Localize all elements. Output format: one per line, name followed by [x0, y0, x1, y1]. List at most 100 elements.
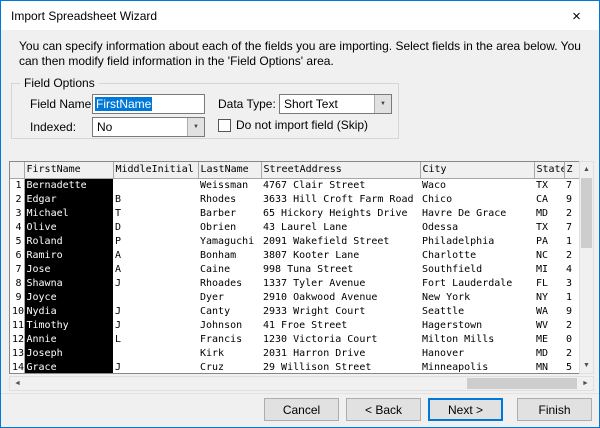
grid-cell[interactable]: Joyce	[24, 291, 113, 305]
grid-cell[interactable]: Waco	[420, 178, 534, 193]
grid-cell[interactable]: Hagerstown	[420, 319, 534, 333]
grid-cell[interactable]: Timothy	[24, 319, 113, 333]
grid-cell[interactable]: Philadelphia	[420, 235, 534, 249]
grid-cell[interactable]: A	[113, 263, 198, 277]
grid-cell[interactable]: 1337 Tyler Avenue	[261, 277, 420, 291]
grid-cell[interactable]: Havre De Grace	[420, 207, 534, 221]
field-name-input[interactable]: FirstName	[92, 94, 205, 114]
column-header-z[interactable]: Z	[564, 162, 579, 178]
close-icon[interactable]: ×	[554, 2, 599, 30]
grid-cell[interactable]: 7	[564, 221, 579, 235]
grid-cell[interactable]: 2031 Harron Drive	[261, 347, 420, 361]
grid-cell[interactable]: Roland	[24, 235, 113, 249]
grid-cell[interactable]: 1230 Victoria Court	[261, 333, 420, 347]
grid-cell[interactable]: Joseph	[24, 347, 113, 361]
grid-cell[interactable]: Edgar	[24, 193, 113, 207]
grid-cell[interactable]	[113, 347, 198, 361]
grid-cell[interactable]: T	[113, 207, 198, 221]
grid-cell[interactable]: ME	[534, 333, 564, 347]
grid-cell[interactable]: J	[113, 305, 198, 319]
grid-cell[interactable]: J	[113, 319, 198, 333]
grid-cell[interactable]: 0	[564, 333, 579, 347]
grid-cell[interactable]: 2910 Oakwood Avenue	[261, 291, 420, 305]
grid-cell[interactable]: 9	[564, 305, 579, 319]
grid-cell[interactable]: P	[113, 235, 198, 249]
grid-cell[interactable]: Annie	[24, 333, 113, 347]
grid-cell[interactable]: Obrien	[198, 221, 261, 235]
grid-cell[interactable]	[113, 178, 198, 193]
grid-cell[interactable]: 7	[564, 178, 579, 193]
grid-cell[interactable]: J	[113, 277, 198, 291]
grid-cell[interactable]: New York	[420, 291, 534, 305]
grid-cell[interactable]: Bonham	[198, 249, 261, 263]
grid-cell[interactable]: 2	[564, 207, 579, 221]
grid-cell[interactable]: 2	[564, 319, 579, 333]
grid-cell[interactable]: Grace	[24, 361, 113, 375]
column-header-firstname[interactable]: FirstName	[24, 162, 113, 178]
grid-cell[interactable]: Kirk	[198, 347, 261, 361]
grid-cell[interactable]: Milton Mills	[420, 333, 534, 347]
grid-cell[interactable]: Odessa	[420, 221, 534, 235]
grid-cell[interactable]: L	[113, 333, 198, 347]
scroll-up-icon[interactable]: ▲	[580, 162, 593, 177]
grid-cell[interactable]: MI	[534, 263, 564, 277]
grid-cell[interactable]: Seattle	[420, 305, 534, 319]
grid-cell[interactable]: Barber	[198, 207, 261, 221]
grid-cell[interactable]: J	[113, 361, 198, 375]
grid-cell[interactable]: FL	[534, 277, 564, 291]
grid-cell[interactable]: 998 Tuna Street	[261, 263, 420, 277]
grid-cell[interactable]: Michael	[24, 207, 113, 221]
grid-cell[interactable]: 2	[564, 347, 579, 361]
grid-cell[interactable]: 5	[564, 361, 579, 375]
grid-cell[interactable]: 4	[564, 263, 579, 277]
grid-cell[interactable]: Rhoades	[198, 277, 261, 291]
grid-cell[interactable]: TX	[534, 221, 564, 235]
grid-cell[interactable]: TX	[534, 178, 564, 193]
chevron-down-icon[interactable]: ▼	[374, 95, 391, 113]
grid-cell[interactable]: CA	[534, 193, 564, 207]
grid-cell[interactable]: WA	[534, 305, 564, 319]
grid-cell[interactable]: Jose	[24, 263, 113, 277]
horizontal-scrollbar[interactable]: ◄ ►	[9, 376, 594, 391]
grid-cell[interactable]: B	[113, 193, 198, 207]
grid-cell[interactable]: 41 Froe Street	[261, 319, 420, 333]
grid-cell[interactable]: Francis	[198, 333, 261, 347]
grid-cell[interactable]: 29 Willison Street	[261, 361, 420, 375]
grid-cell[interactable]: WV	[534, 319, 564, 333]
skip-field-checkbox[interactable]	[218, 119, 231, 132]
grid-cell[interactable]: PA	[534, 235, 564, 249]
grid-cell[interactable]: A	[113, 249, 198, 263]
grid-cell[interactable]: 4767 Clair Street	[261, 178, 420, 193]
back-button[interactable]: < Back	[346, 398, 421, 421]
scroll-left-icon[interactable]: ◄	[10, 377, 25, 390]
grid-cell[interactable]: Shawna	[24, 277, 113, 291]
grid-cell[interactable]: MD	[534, 347, 564, 361]
grid-cell[interactable]: Southfield	[420, 263, 534, 277]
grid-cell[interactable]: Ramiro	[24, 249, 113, 263]
grid-cell[interactable]: Caine	[198, 263, 261, 277]
chevron-down-icon[interactable]: ▼	[187, 118, 204, 136]
column-header-state[interactable]: State	[534, 162, 564, 178]
grid-cell[interactable]: Johnson	[198, 319, 261, 333]
grid-cell[interactable]: Hanover	[420, 347, 534, 361]
column-header-city[interactable]: City	[420, 162, 534, 178]
grid-cell[interactable]: 3633 Hill Croft Farm Road	[261, 193, 420, 207]
vertical-scroll-thumb[interactable]	[581, 178, 592, 248]
vertical-scrollbar[interactable]: ▲ ▼	[579, 161, 594, 374]
grid-cell[interactable]: Dyer	[198, 291, 261, 305]
grid-cell[interactable]: D	[113, 221, 198, 235]
grid-cell[interactable]: Nydia	[24, 305, 113, 319]
grid-cell[interactable]: 43 Laurel Lane	[261, 221, 420, 235]
grid-cell[interactable]: Bernadette	[24, 178, 113, 193]
grid-cell[interactable]: Cruz	[198, 361, 261, 375]
grid-cell[interactable]: NC	[534, 249, 564, 263]
grid-cell[interactable]: MD	[534, 207, 564, 221]
grid-cell[interactable]: Rhodes	[198, 193, 261, 207]
next-button[interactable]: Next >	[428, 398, 503, 421]
grid-cell[interactable]: Weissman	[198, 178, 261, 193]
scroll-down-icon[interactable]: ▼	[580, 358, 593, 373]
grid-cell[interactable]: MN	[534, 361, 564, 375]
grid-cell[interactable]: Yamaguchi	[198, 235, 261, 249]
column-header-lastname[interactable]: LastName	[198, 162, 261, 178]
grid-cell[interactable]: 2933 Wright Court	[261, 305, 420, 319]
